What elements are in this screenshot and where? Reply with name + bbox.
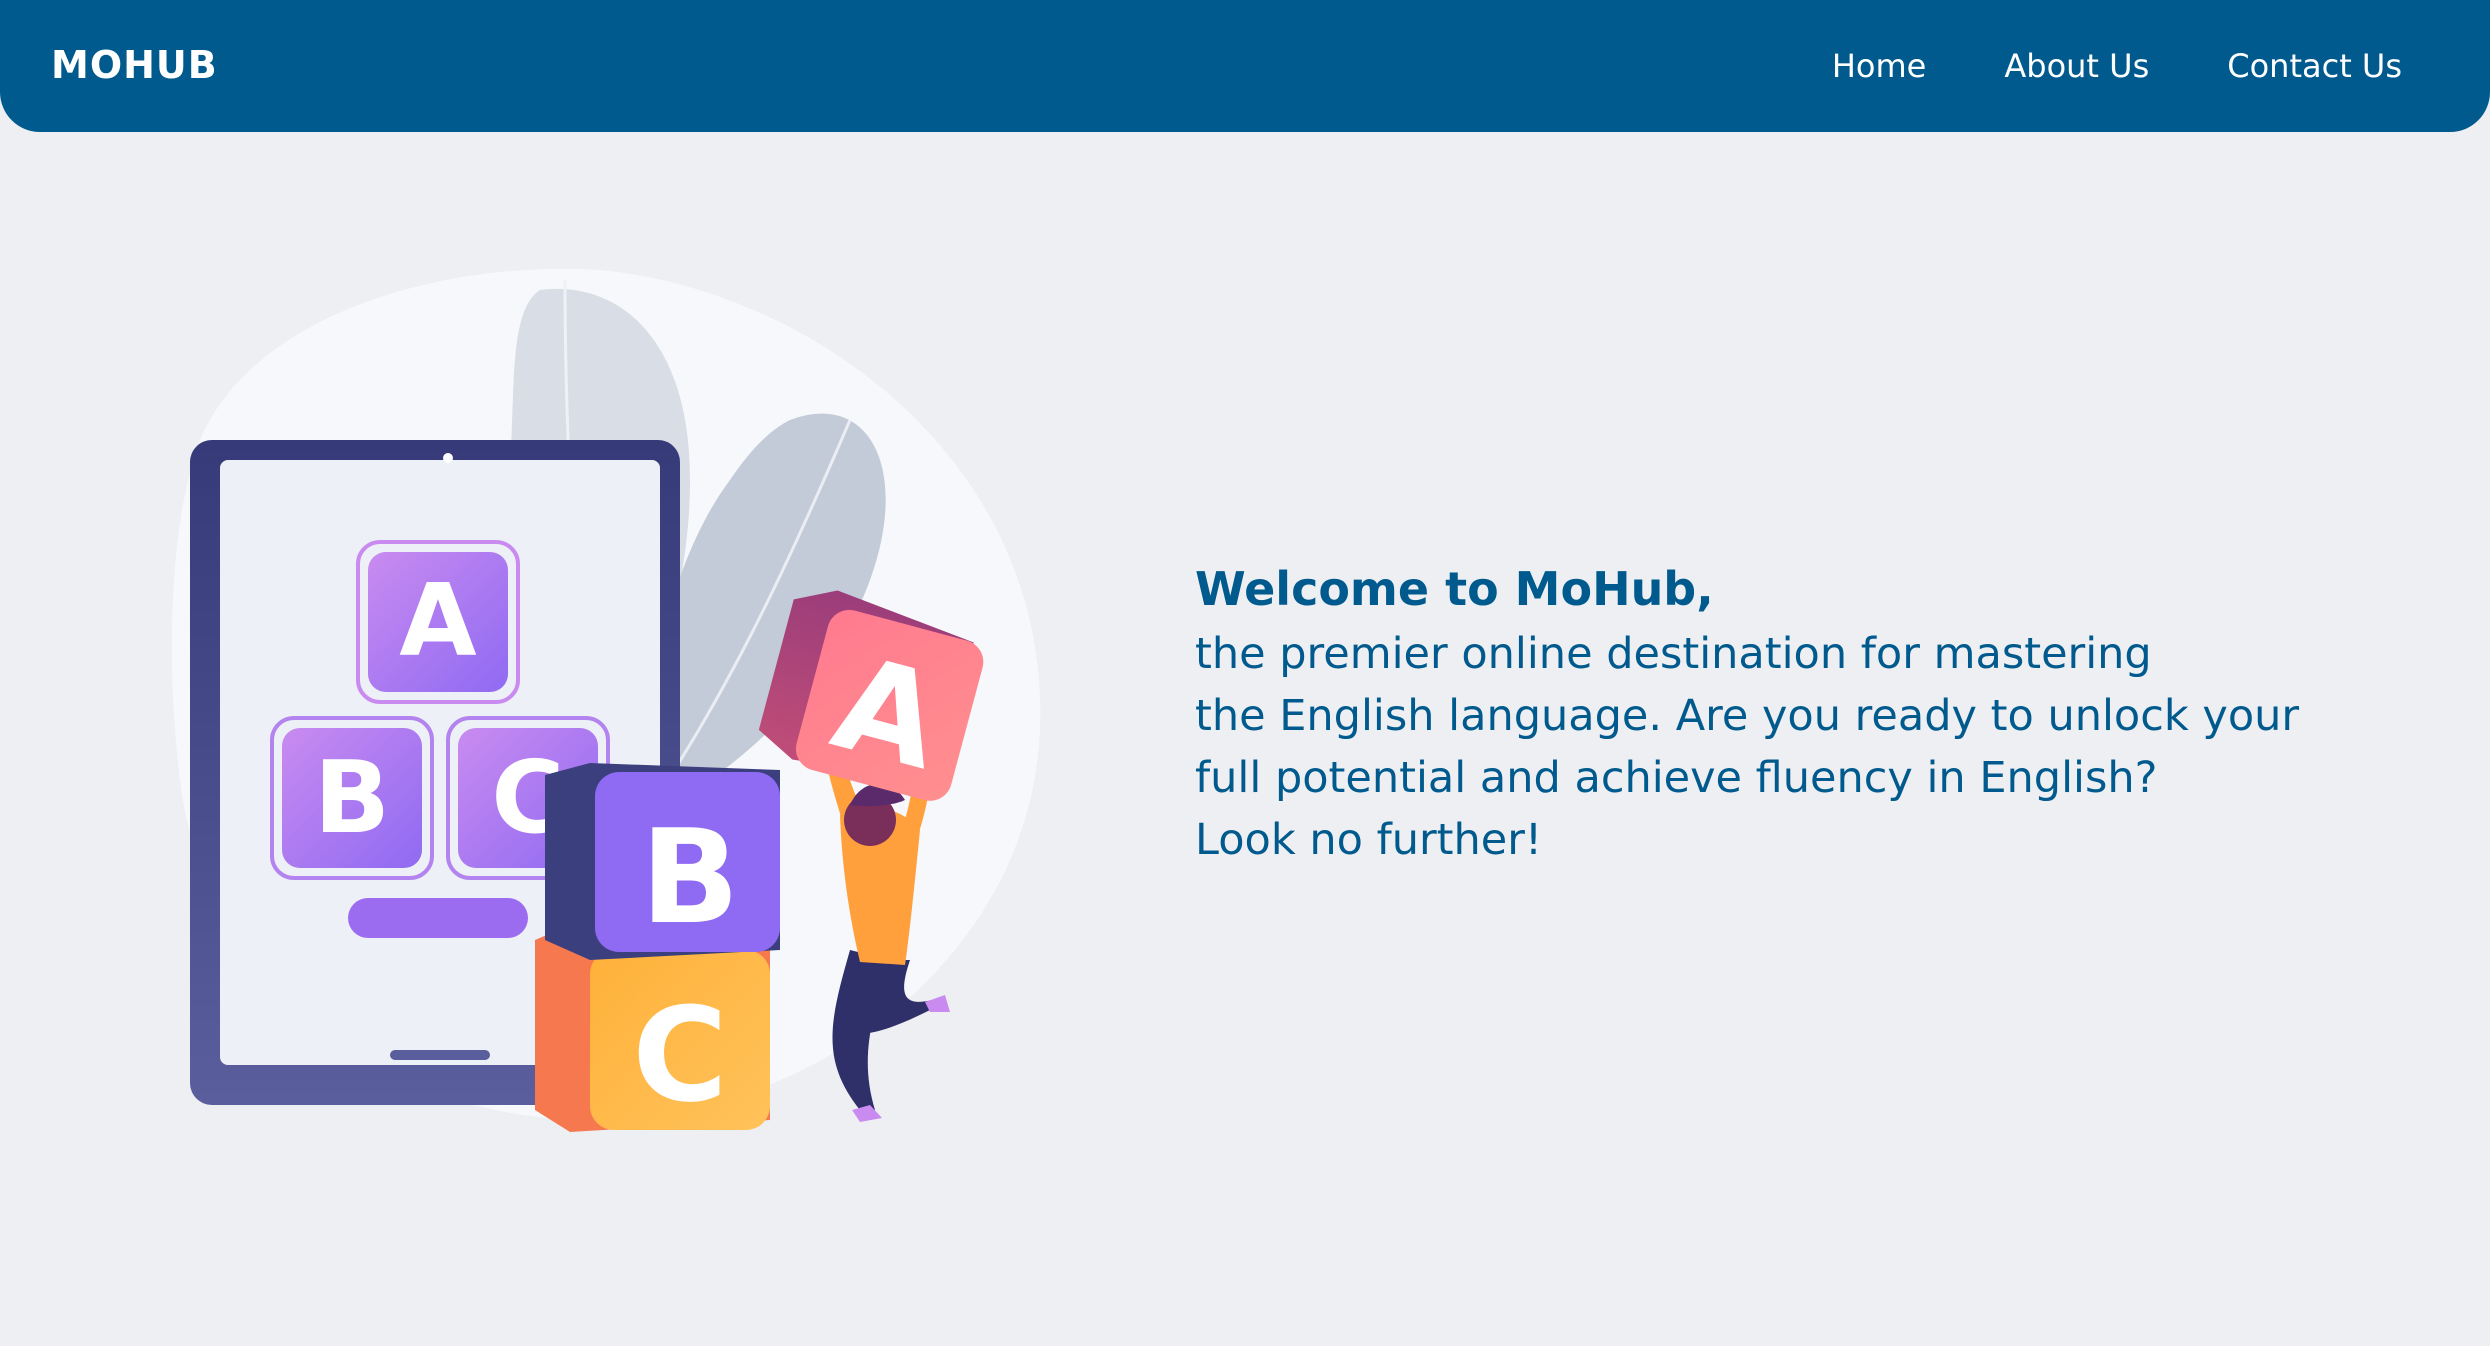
hero-line-1: the premier online destination for maste… xyxy=(1195,629,2152,679)
nav-home-link[interactable]: Home xyxy=(1832,46,1927,86)
hero-line-3: full potential and achieve fluency in En… xyxy=(1195,753,2158,803)
site-logo[interactable]: MOHUB xyxy=(51,40,218,90)
navbar: MOHUB Home About Us Contact Us xyxy=(0,0,2490,132)
stack-letter-c: C xyxy=(632,979,727,1131)
hero-illustration: A B C C B A xyxy=(170,260,1070,1140)
hero-line-2: the English language. Are you ready to u… xyxy=(1195,691,2300,741)
hero-text: Welcome to MoHub, the premier online des… xyxy=(1195,555,2445,871)
tablet-letter-b: B xyxy=(314,739,390,856)
abc-learning-illustration: A B C C B A xyxy=(171,268,1041,1132)
nav-contact-link[interactable]: Contact Us xyxy=(2227,46,2402,86)
hero-title: Welcome to MoHub, xyxy=(1195,562,1714,616)
main-nav: Home About Us Contact Us xyxy=(1832,0,2402,132)
tablet-bar xyxy=(348,898,528,938)
nav-about-link[interactable]: About Us xyxy=(2004,46,2149,86)
tablet-letter-a: A xyxy=(399,562,476,679)
stack-letter-b: B xyxy=(640,801,739,953)
hero-line-4: Look no further! xyxy=(1195,815,1543,865)
